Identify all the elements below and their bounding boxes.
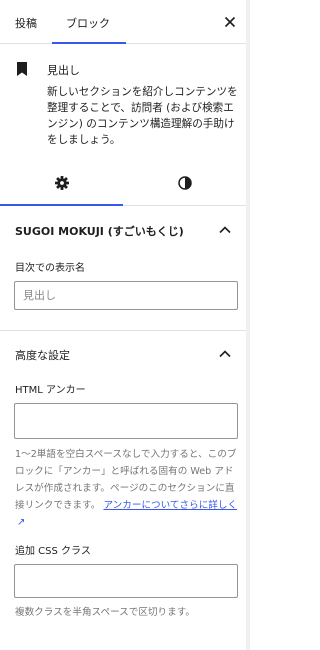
html-anchor-input[interactable] (14, 403, 238, 439)
external-link-icon: ↗ (17, 517, 26, 528)
block-card: 見出し 新しいセクションを紹介しコンテンツを整理することで、訪問者 (および検索… (0, 44, 246, 156)
tab-settings[interactable] (0, 160, 123, 206)
panel-title: 高度な設定 (15, 349, 70, 362)
anchor-learn-more-label: アンカーについてさらに詳しく (103, 500, 238, 511)
close-icon (224, 16, 236, 28)
tab-block[interactable]: ブロック (66, 15, 110, 31)
panel-title: SUGOI MOKUJI (すごいもくじ) (15, 225, 184, 238)
bookmark-icon (17, 62, 27, 76)
sugoi-mokuji-panel-toggle[interactable]: SUGOI MOKUJI (すごいもくじ) (0, 207, 246, 253)
html-anchor-help: 1〜2単語を空白スペースなしで入力すると、このブロックに「アンカー」と呼ばれる固… (15, 446, 241, 531)
additional-css-class-input[interactable] (14, 564, 238, 598)
block-title: 見出し (47, 64, 80, 77)
additional-css-class-label: 追加 CSS クラス (15, 546, 91, 557)
contrast-icon (178, 176, 192, 190)
sidebar-header: 投稿 ブロック (0, 0, 246, 44)
advanced-panel-toggle[interactable]: 高度な設定 (0, 331, 246, 377)
html-anchor-label: HTML アンカー (15, 385, 86, 396)
block-inspector-tabs (0, 160, 246, 206)
close-button[interactable] (222, 14, 238, 30)
toc-display-name-input[interactable] (14, 281, 238, 310)
tab-post[interactable]: 投稿 (15, 15, 37, 31)
block-description: 新しいセクションを紹介しコンテンツを整理することで、訪問者 (および検索エンジン… (47, 86, 238, 146)
tab-styles[interactable] (123, 160, 246, 206)
chevron-up-icon (219, 226, 231, 234)
gear-icon (55, 176, 69, 190)
toc-display-name-label: 目次での表示名 (15, 263, 85, 274)
scrollbar[interactable] (246, 0, 250, 650)
chevron-up-icon (219, 350, 231, 358)
additional-css-class-help: 複数クラスを半角スペースで区切ります。 (15, 607, 195, 618)
active-icon-tab-indicator (0, 204, 123, 206)
